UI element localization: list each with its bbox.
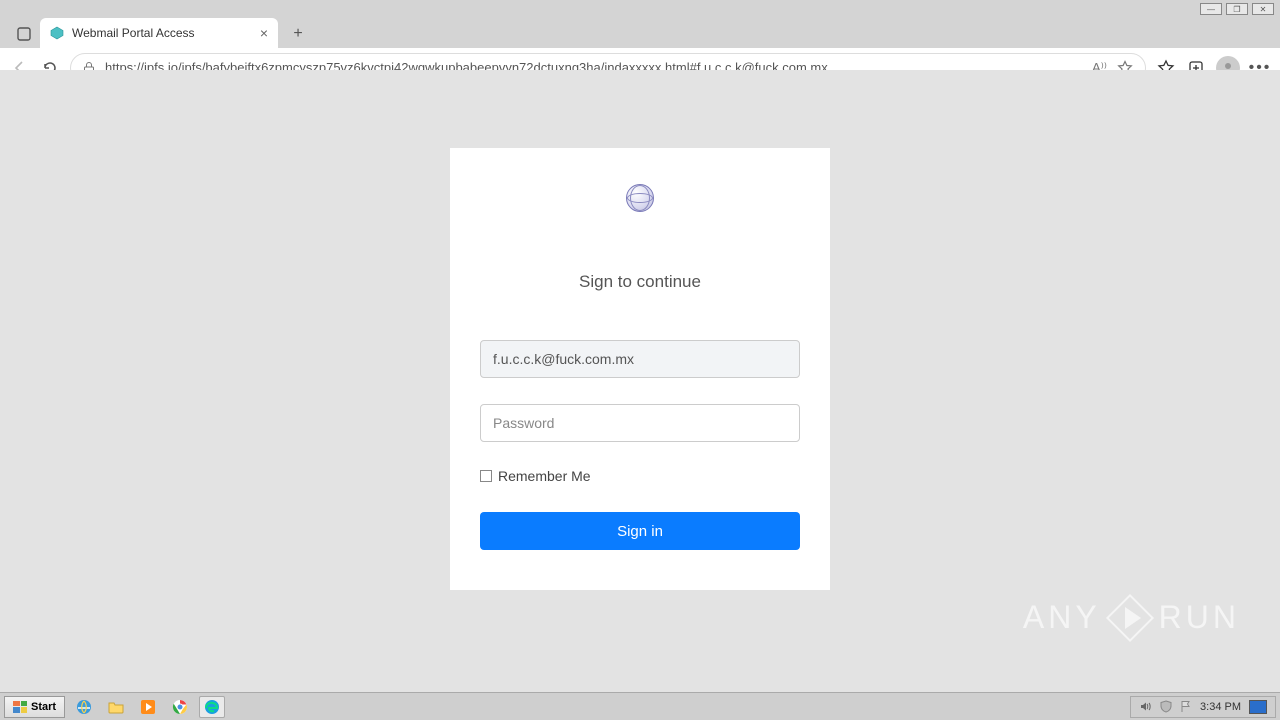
watermark-right: RUN <box>1159 599 1240 636</box>
tab-favicon-icon <box>50 26 64 40</box>
watermark-left: ANY <box>1023 599 1101 636</box>
start-label: Start <box>31 701 56 713</box>
system-tray[interactable]: 3:34 PM <box>1130 696 1276 718</box>
taskbar-explorer-icon[interactable] <box>103 696 129 718</box>
windows-logo-icon <box>13 701 27 713</box>
taskbar-edge-icon[interactable] <box>199 696 225 718</box>
login-card: Sign to continue f.u.c.c.k@fuck.com.mx P… <box>450 148 830 590</box>
tray-flag-icon[interactable] <box>1180 700 1192 713</box>
tab-actions-button[interactable] <box>8 20 40 48</box>
browser-tab-active[interactable]: Webmail Portal Access × <box>40 18 278 48</box>
remember-me-checkbox[interactable] <box>480 470 492 482</box>
tab-title: Webmail Portal Access <box>72 26 252 40</box>
window-titlebar: — ❐ ✕ <box>0 0 1280 18</box>
remember-me-row[interactable]: Remember Me <box>480 468 800 484</box>
remember-me-label: Remember Me <box>498 468 591 484</box>
start-button[interactable]: Start <box>4 696 65 718</box>
watermark: ANY RUN <box>1023 599 1240 636</box>
window-minimize-button[interactable]: — <box>1200 3 1222 15</box>
window-close-button[interactable]: ✕ <box>1252 3 1274 15</box>
page-viewport: Sign to continue f.u.c.c.k@fuck.com.mx P… <box>0 70 1280 692</box>
taskbar-ie-icon[interactable] <box>71 696 97 718</box>
password-field[interactable]: Password <box>480 404 800 442</box>
email-field[interactable]: f.u.c.c.k@fuck.com.mx <box>480 340 800 378</box>
tray-shield-icon[interactable] <box>1160 700 1172 713</box>
login-heading: Sign to continue <box>579 272 701 292</box>
play-icon <box>1106 593 1154 641</box>
password-placeholder: Password <box>493 415 554 431</box>
window-maximize-button[interactable]: ❐ <box>1226 3 1248 15</box>
globe-icon <box>626 184 654 212</box>
new-tab-button[interactable]: + <box>284 20 312 48</box>
taskbar: Start 3:34 PM <box>0 692 1280 720</box>
tray-monitor-icon[interactable] <box>1249 700 1267 714</box>
tray-volume-icon[interactable] <box>1139 700 1152 713</box>
taskbar-media-icon[interactable] <box>135 696 161 718</box>
browser-tabstrip: Webmail Portal Access × + <box>0 18 1280 48</box>
tray-clock[interactable]: 3:34 PM <box>1200 701 1241 713</box>
email-value: f.u.c.c.k@fuck.com.mx <box>493 351 634 367</box>
tab-close-button[interactable]: × <box>260 26 268 40</box>
taskbar-chrome-icon[interactable] <box>167 696 193 718</box>
sign-in-button[interactable]: Sign in <box>480 512 800 550</box>
